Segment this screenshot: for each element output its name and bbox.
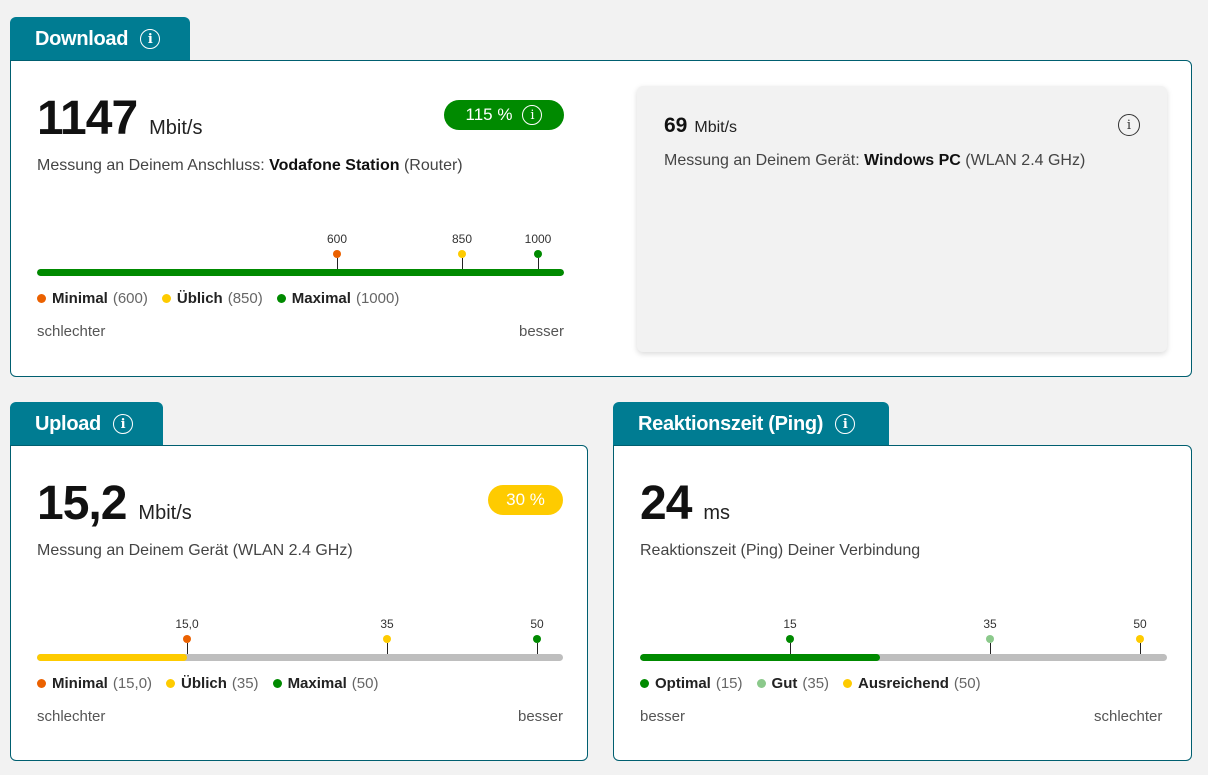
device-value: 69 Mbit/s xyxy=(664,114,737,138)
ping-legend: Optimal (15) Gut (35) Ausreichend (50) xyxy=(640,675,981,692)
download-description: Messung an Deinem Anschluss: Vodafone St… xyxy=(37,157,463,174)
ping-description: Reaktionszeit (Ping) Deiner Verbindung xyxy=(640,542,921,559)
ping-tab-label: Reaktionszeit (Ping) xyxy=(638,412,824,435)
upload-value: 15,2 Mbit/s xyxy=(37,476,192,531)
legend-item-usual: Üblich (35) xyxy=(166,675,259,692)
upload-legend: Minimal (15,0) Üblich (35) Maximal (50) xyxy=(37,675,378,692)
download-value-number: 1147 xyxy=(37,92,138,145)
ping-value-unit: ms xyxy=(703,502,731,524)
upload-tick-maximal: 50 xyxy=(522,617,552,657)
info-icon[interactable]: i xyxy=(522,105,543,125)
upload-progress-bar xyxy=(37,654,563,661)
download-percent-badge: 115 % i xyxy=(444,100,564,130)
upload-tab-label: Upload xyxy=(35,412,101,435)
upload-percent-text: 30 % xyxy=(506,490,545,509)
download-value: 1147 Mbit/s xyxy=(37,91,202,146)
download-tick-maximal: 1000 xyxy=(523,232,553,272)
legend-item-usual: Üblich (850) xyxy=(161,290,263,307)
legend-item-optimal: Optimal (15) xyxy=(640,675,743,692)
ping-scale-left: besser xyxy=(640,708,686,725)
upload-scale-left: schlechter xyxy=(37,708,106,725)
download-tab-label: Download xyxy=(35,27,129,50)
device-measurement-panel: 69 Mbit/s i Messung an Deinem Gerät: Win… xyxy=(637,86,1167,352)
download-tab: Download i xyxy=(10,17,190,61)
download-card: 1147 Mbit/s 115 % i Messung an Deinem An… xyxy=(10,60,1192,377)
upload-tick-usual: 35 xyxy=(372,617,402,657)
upload-card: 15,2 Mbit/s 30 % Messung an Deinem Gerät… xyxy=(10,445,588,761)
legend-item-sufficient: Ausreichend (50) xyxy=(843,675,981,692)
ping-tick-good: 35 xyxy=(975,617,1005,657)
ping-tick-sufficient: 50 xyxy=(1125,617,1155,657)
legend-item-maximal: Maximal (1000) xyxy=(276,290,399,307)
device-value-unit: Mbit/s xyxy=(694,119,738,136)
upload-description: Messung an Deinem Gerät (WLAN 2.4 GHz) xyxy=(37,542,353,559)
upload-tick-minimal: 15,0 xyxy=(172,617,202,657)
legend-item-minimal: Minimal (15,0) xyxy=(37,675,152,692)
download-tick-usual: 850 xyxy=(447,232,477,272)
download-value-unit: Mbit/s xyxy=(149,117,203,139)
ping-value: 24 ms xyxy=(640,476,730,531)
download-percent-text: 115 % xyxy=(465,105,513,124)
download-scale-right: besser xyxy=(519,323,565,340)
device-value-number: 69 xyxy=(664,114,688,137)
ping-value-number: 24 xyxy=(640,477,692,530)
ping-scale-right: schlechter xyxy=(1094,708,1163,725)
download-router-name: Vodafone Station xyxy=(269,157,400,174)
ping-progress-bar xyxy=(640,654,1167,661)
info-icon[interactable]: i xyxy=(835,414,856,434)
ping-tick-optimal: 15 xyxy=(775,617,805,657)
upload-scale-right: besser xyxy=(518,708,564,725)
ping-tab: Reaktionszeit (Ping) i xyxy=(613,402,889,446)
info-icon[interactable]: i xyxy=(140,29,161,49)
ping-progress-fill xyxy=(640,654,880,661)
device-name: Windows PC xyxy=(864,152,961,169)
info-icon[interactable]: i xyxy=(1118,114,1140,136)
download-progress-bar xyxy=(37,269,564,276)
upload-value-unit: Mbit/s xyxy=(138,502,192,524)
upload-progress-fill xyxy=(37,654,187,661)
download-tick-minimal: 600 xyxy=(322,232,352,272)
device-description: Messung an Deinem Gerät: Windows PC (WLA… xyxy=(664,152,1086,169)
download-scale-left: schlechter xyxy=(37,323,106,340)
upload-percent-badge: 30 % xyxy=(488,485,563,515)
upload-value-number: 15,2 xyxy=(37,477,127,530)
upload-tab: Upload i xyxy=(10,402,163,446)
legend-item-minimal: Minimal (600) xyxy=(37,290,148,307)
download-legend: Minimal (600) Üblich (850) Maximal (1000) xyxy=(37,290,399,307)
legend-item-good: Gut (35) xyxy=(756,675,829,692)
ping-card: 24 ms Reaktionszeit (Ping) Deiner Verbin… xyxy=(613,445,1192,761)
legend-item-maximal: Maximal (50) xyxy=(272,675,378,692)
download-progress-fill xyxy=(37,269,564,276)
info-icon[interactable]: i xyxy=(112,414,133,434)
